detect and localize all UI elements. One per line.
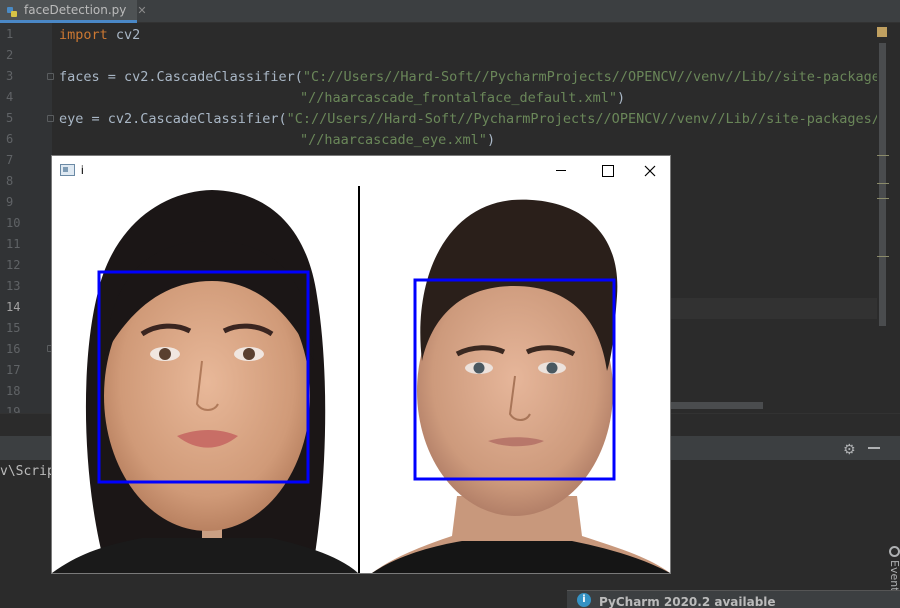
python-file-icon: [6, 4, 19, 17]
editor-horizontal-scrollbar[interactable]: [670, 402, 763, 409]
string-literal: "//haarcascade_eye.xml": [300, 132, 487, 148]
minimize-button[interactable]: [538, 156, 584, 186]
line-number-gutter: 1 2 3 4 5 6 7 8 9 10 11 12 13 14 15 16 17 18 19: [0, 23, 52, 419]
window-title: i: [81, 163, 84, 177]
close-icon: [644, 165, 656, 177]
event-log-label: Event: [888, 560, 900, 592]
close-icon[interactable]: ✕: [137, 4, 146, 17]
code-text: eye = cv2.CascadeClassifier(: [59, 111, 287, 127]
string-literal: "C://Users//Hard-Soft//PycharmProjects//…: [302, 69, 900, 85]
line-number: 2: [6, 48, 14, 62]
woman-face-photo: [52, 186, 358, 573]
line-number: 10: [6, 216, 21, 230]
update-notification[interactable]: i PyCharm 2020.2 available: [567, 590, 900, 608]
keyword-import: import: [59, 27, 108, 43]
line-number: 18: [6, 384, 21, 398]
line-number: 3: [6, 69, 14, 83]
error-stripe-mark[interactable]: [877, 256, 889, 257]
line-number: 7: [6, 153, 14, 167]
opencv-image-window[interactable]: i: [51, 155, 671, 574]
line-number: 15: [6, 321, 21, 335]
code-line-1: import cv2: [59, 27, 140, 43]
code-line-6: "//haarcascade_eye.xml"): [300, 132, 495, 148]
tab-label: faceDetection.py: [24, 3, 127, 17]
error-stripe-mark[interactable]: [877, 155, 889, 156]
line-number: 17: [6, 363, 21, 377]
code-text: ): [486, 132, 496, 148]
code-text: ): [616, 90, 626, 106]
info-icon: i: [577, 592, 591, 607]
line-number: 6: [6, 132, 14, 146]
line-number: 12: [6, 258, 21, 272]
gear-icon[interactable]: ⚙: [843, 442, 856, 458]
error-stripe-mark[interactable]: [877, 183, 889, 184]
man-face-photo: [360, 186, 670, 573]
fold-marker-icon[interactable]: [47, 73, 54, 80]
code-line-5: eye = cv2.CascadeClassifier("C://Users//…: [59, 111, 900, 127]
editor-vertical-scrollbar[interactable]: [877, 23, 900, 413]
string-literal: "C://Users//Hard-Soft//PycharmProjects//…: [286, 111, 900, 127]
warning-marker-icon[interactable]: [877, 27, 887, 37]
line-number: 16: [6, 342, 21, 356]
line-number: 4: [6, 90, 14, 104]
code-text: cv2: [107, 27, 141, 43]
fold-marker-icon[interactable]: [47, 115, 54, 122]
close-button[interactable]: [630, 156, 670, 186]
line-number: 8: [6, 174, 14, 188]
line-number: 9: [6, 195, 14, 209]
minimize-panel-icon[interactable]: [868, 447, 880, 449]
tab-facedetection[interactable]: faceDetection.py ✕: [0, 0, 147, 23]
line-number: 14: [6, 300, 21, 314]
detection-result-image: [52, 186, 670, 573]
line-number: 11: [6, 237, 21, 251]
window-app-icon: [60, 164, 75, 176]
string-literal: "//haarcascade_frontalface_default.xml": [300, 90, 617, 106]
scrollbar-thumb[interactable]: [879, 43, 886, 326]
code-line-4: "//haarcascade_frontalface_default.xml"): [300, 90, 625, 106]
console-output: v\Scrip: [0, 464, 55, 479]
maximize-button[interactable]: [584, 156, 630, 186]
error-stripe-mark[interactable]: [877, 198, 889, 199]
editor-tab-bar: faceDetection.py ✕: [0, 0, 900, 23]
notification-text: PyCharm 2020.2 available: [599, 594, 776, 608]
code-line-3: faces = cv2.CascadeClassifier("C://Users…: [59, 69, 900, 85]
code-text: faces = cv2.CascadeClassifier(: [59, 69, 303, 85]
line-number: 13: [6, 279, 21, 293]
line-number: 1: [6, 27, 14, 41]
line-number: 5: [6, 111, 14, 125]
event-log-icon: [889, 546, 900, 557]
window-title-bar[interactable]: i: [52, 156, 670, 186]
